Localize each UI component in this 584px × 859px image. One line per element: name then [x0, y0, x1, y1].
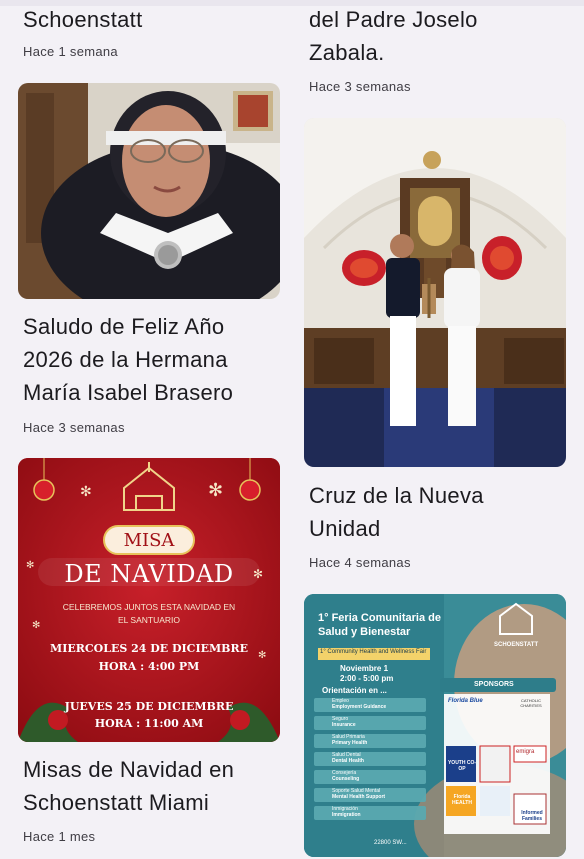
post-thumbnail-hermana[interactable] — [18, 83, 280, 299]
post-date: Hace 3 semanas — [309, 79, 411, 94]
sponsor-catholic-charities: CATHOLIC CHARITIES — [520, 698, 542, 708]
post-date: Hace 1 mes — [23, 829, 96, 844]
feria-service: Seguro Insurance — [332, 716, 356, 728]
post-title-line: Saludo de Feliz Año — [23, 314, 225, 339]
service-en: Employment Guidance — [332, 704, 387, 710]
post-title-partial[interactable]: del Padre Joselo Zabala. — [309, 3, 478, 69]
post-date: Hace 4 semanas — [309, 555, 411, 570]
feria-sponsors-label: SPONSORS — [474, 681, 514, 688]
post-title-line: 2026 de la Hermana — [23, 347, 228, 372]
post-thumbnail-cruz-nueva-unidad[interactable] — [304, 118, 566, 467]
post-date: Hace 1 semana — [23, 44, 118, 59]
sponsor-florida-blue: Florida Blue — [448, 698, 483, 704]
post-thumbnail-misa-navidad[interactable]: ✻ ✻ ✻ ✻ ✻ ✻ MISA DE NAVIDAD CELEBREMOS J… — [18, 458, 280, 742]
poster-de-navidad: DE NAVIDAD — [64, 560, 234, 588]
service-en: Mental Health Support — [332, 794, 386, 800]
feria-service: Empleo Employment Guidance — [332, 698, 386, 710]
post-title-line: Zabala. — [309, 40, 385, 65]
sponsor-youth-coop: YOUTH CO-OP — [447, 760, 477, 772]
feria-service: Salud Primaria Primary Health — [332, 734, 367, 746]
svg-text:✻: ✻ — [80, 484, 92, 500]
poster-misa: MISA — [123, 530, 175, 551]
post-title-line: Unidad — [309, 516, 381, 541]
hermana-photo — [18, 83, 280, 299]
poster-santuario: EL SANTUARIO — [117, 615, 181, 625]
feria-service: Inmigración Immigration — [332, 806, 361, 818]
post-title-line: Schoenstatt Miami — [23, 790, 210, 815]
feria-title-2: Salud y Bienestar — [318, 626, 411, 638]
feria-date: Noviembre 1 — [340, 664, 389, 673]
post-title[interactable]: Cruz de la Nueva Unidad — [309, 479, 484, 545]
feria-time: 2:00 - 5:00 pm — [340, 674, 394, 683]
feria-address: 22800 SW... — [374, 840, 407, 846]
post-date: Hace 3 semanas — [23, 420, 125, 435]
church-photo — [304, 118, 566, 467]
post-title-line: Cruz de la Nueva — [309, 483, 484, 508]
poster-date-2: JUEVES 25 DE DICIEMBRE — [64, 700, 234, 713]
feria-service: Consejería Counseling — [332, 770, 359, 782]
svg-text:✻: ✻ — [208, 480, 223, 501]
poster-date-1: MIERCOLES 24 DE DICIEMBRE — [50, 642, 248, 655]
service-en: Counseling — [332, 776, 360, 782]
post-title-line: del Padre Joselo — [309, 7, 478, 32]
post-title-partial[interactable]: Schoenstatt — [23, 3, 143, 36]
feria-service: Soporte Salud Mental Mental Health Suppo… — [332, 788, 385, 800]
feria-title-1: 1° Feria Comunitaria de — [318, 612, 441, 624]
sponsor-informed-families: Informed Families — [521, 810, 543, 822]
poster-celebremos: CELEBREMOS JUNTOS ESTA NAVIDAD EN — [62, 602, 236, 612]
feria-brand: SCHOENSTATT — [494, 642, 539, 648]
post-title-line: Misas de Navidad en — [23, 757, 235, 782]
poster-hora-2: HORA : 11:00 AM — [94, 717, 204, 730]
service-en: Immigration — [332, 812, 361, 818]
service-en: Primary Health — [332, 740, 368, 746]
poster-hora-1: HORA : 4:00 PM — [98, 660, 200, 673]
post-thumbnail-feria-salud[interactable]: 1° Feria Comunitaria de Salud y Bienesta… — [304, 594, 566, 857]
feria-orientacion: Orientación en ... — [322, 686, 387, 695]
post-title[interactable]: Saludo de Feliz Año 2026 de la Hermana M… — [23, 310, 233, 409]
sponsor-florida-health: Florida HEALTH — [452, 794, 472, 806]
feria-service: Salud Dental Dental Health — [332, 752, 364, 764]
sponsor-emigra: emigra — [516, 749, 535, 755]
post-title-line: María Isabel Brasero — [23, 380, 234, 405]
feria-subtitle: 1° Community Health and Wellness Fair — [320, 649, 427, 655]
service-en: Insurance — [332, 722, 356, 728]
post-title[interactable]: Misas de Navidad en Schoenstatt Miami — [23, 753, 234, 819]
service-en: Dental Health — [332, 758, 364, 764]
